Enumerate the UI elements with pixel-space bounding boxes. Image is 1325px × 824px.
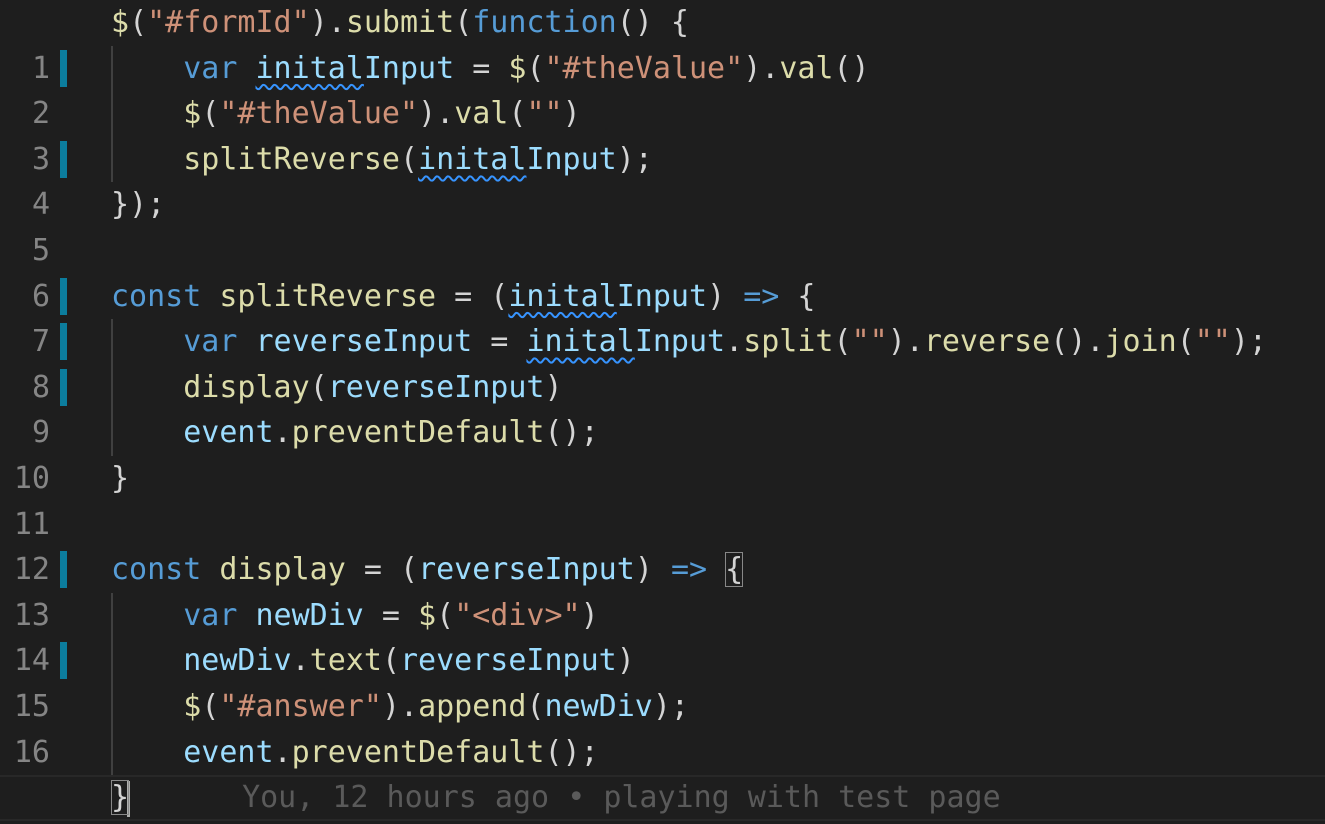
modified-line-indicator[interactable] xyxy=(60,277,67,315)
code-line[interactable]: 1 $("#formId").submit(function() { xyxy=(0,0,1325,86)
modified-line-indicator[interactable] xyxy=(60,323,67,361)
modified-line-indicator[interactable] xyxy=(60,49,67,87)
code-line[interactable]: 3 $("#theValue").val("") xyxy=(0,91,1325,177)
code-line[interactable]: 2 var initalInput = $("#theValue").val() xyxy=(0,45,1325,131)
line-code: const splitReverse = (initalInput) => { xyxy=(111,278,816,314)
line-code: var reverseInput = initalInput.split("")… xyxy=(183,324,1267,360)
line-code: $("#formId").submit(function() { xyxy=(111,5,689,40)
line-code: $("#answer").append(newDiv); xyxy=(183,689,689,724)
code-line[interactable]: 4 splitReverse(initalInput); xyxy=(0,136,1325,222)
blame-time: 12 hours ago xyxy=(332,780,550,816)
blame-message: playing with test page xyxy=(603,780,1001,816)
line-number: 18 xyxy=(0,819,50,824)
line-code: const display = (reverseInput) => { xyxy=(111,552,744,588)
modified-line-indicator[interactable] xyxy=(60,140,67,178)
line-code: } You, 12 hours ago • playing with test p… xyxy=(111,777,1001,819)
code-line[interactable]: 13 const display = (reverseInput) => { xyxy=(0,547,1325,633)
blame-author: You xyxy=(242,780,297,816)
code-line[interactable]: 8 var reverseInput = initalInput.split("… xyxy=(0,319,1325,405)
code-line[interactable]: 11 } xyxy=(0,456,1325,542)
code-line[interactable]: 14 var newDiv = $("<div>") xyxy=(0,592,1325,678)
line-code: $("#theValue").val("") xyxy=(183,96,581,132)
code-line[interactable]: 9 display(reverseInput) xyxy=(0,364,1325,450)
spelling-squiggle: inital xyxy=(526,324,635,360)
code-editor[interactable]: 1 $("#formId").submit(function() { 2 var… xyxy=(0,0,1325,824)
line-code: event.preventDefault(); xyxy=(183,415,599,451)
spelling-squiggle: inital xyxy=(508,278,617,314)
code-line[interactable]: 17 event.preventDefault(); xyxy=(0,729,1325,815)
line-code: splitReverse(initalInput); xyxy=(183,141,653,177)
code-line[interactable]: 15 newDiv.text(reverseInput) xyxy=(0,638,1325,724)
line-code: } xyxy=(111,461,130,496)
code-line[interactable]: 16 $("#answer").append(newDiv); xyxy=(0,684,1325,770)
current-code-line[interactable]: 18 }You, 12 hours ago • playing with tes… xyxy=(0,775,1325,824)
code-line[interactable]: 7 const splitReverse = (initalInput) => … xyxy=(0,274,1325,359)
spelling-squiggle: inital xyxy=(418,141,527,177)
code-line[interactable]: 10 event.preventDefault(); xyxy=(0,410,1325,496)
modified-line-indicator[interactable] xyxy=(60,551,67,589)
modified-line-indicator[interactable] xyxy=(60,368,67,406)
line-code: }); xyxy=(111,187,166,223)
line-code: event.preventDefault(); xyxy=(183,734,599,770)
line-code: newDiv.text(reverseInput) xyxy=(183,643,635,679)
modified-line-indicator[interactable] xyxy=(60,642,67,680)
code-line[interactable]: 12 xyxy=(0,502,1325,587)
line-code: var newDiv = $("<div>") xyxy=(183,597,599,633)
spelling-squiggle: inital xyxy=(255,50,364,86)
bracket-match-highlight: { xyxy=(725,552,744,588)
code-line[interactable]: 5 }); xyxy=(0,182,1325,268)
line-code: var initalInput = $("#theValue").val() xyxy=(183,50,870,86)
line-code: display(reverseInput) xyxy=(183,369,563,405)
code-line[interactable]: 6 xyxy=(0,228,1325,314)
git-blame-annotation: You, 12 hours ago • playing with test pa… xyxy=(242,780,1001,816)
blame-separator: • xyxy=(567,780,586,816)
